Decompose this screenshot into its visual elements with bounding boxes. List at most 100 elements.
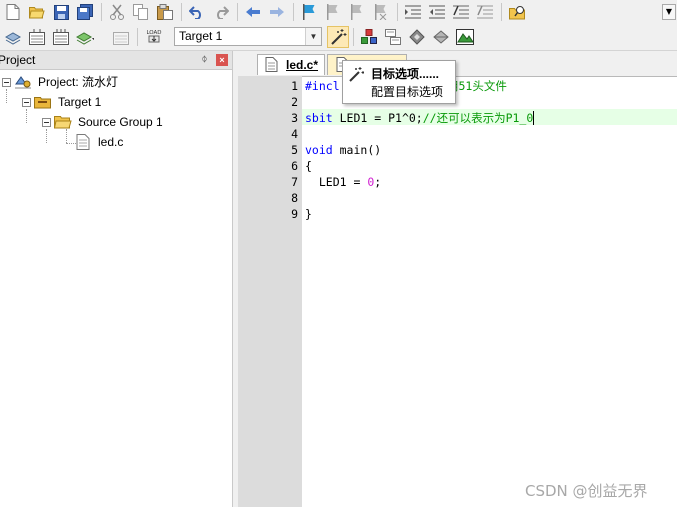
chevron-down-icon[interactable]: ▼ <box>305 28 321 45</box>
unindent-icon[interactable] <box>428 3 446 21</box>
indent-icon[interactable] <box>404 3 422 21</box>
magic-wand-icon <box>348 66 365 85</box>
redo-icon[interactable] <box>212 3 230 21</box>
bookmark-clear-icon[interactable] <box>372 3 390 21</box>
manage-components-icon[interactable] <box>360 28 378 46</box>
code-text: main() <box>332 143 382 157</box>
tab-led-c-label: led.c* <box>286 58 319 72</box>
tree-connector <box>46 129 47 143</box>
toolbar-separator <box>501 3 502 21</box>
code-line-3[interactable]: sbit LED1 = P1^0;//还可以表示为P1_0 <box>305 110 535 126</box>
editor-tab-bar: led.c* reg51.h <box>238 51 677 77</box>
line-number: 5 <box>291 143 298 157</box>
project-panel-title: Project <box>0 53 36 67</box>
tree-collapse-toggle[interactable] <box>42 118 51 127</box>
tab-led-c[interactable]: led.c* <box>257 54 325 75</box>
tree-connector <box>26 109 27 123</box>
toolbar-separator <box>353 28 354 46</box>
save-all-icon[interactable] <box>76 3 94 21</box>
code-text: LED1 = P1^0; <box>332 111 423 125</box>
tree-collapse-toggle[interactable] <box>22 98 31 107</box>
close-icon[interactable]: × <box>216 54 228 66</box>
toolbar-separator <box>237 3 238 21</box>
code-keyword: void <box>305 143 333 157</box>
toolbar-separator <box>181 3 182 21</box>
project-panel-header: Project ᛰ × <box>0 51 232 70</box>
popup-title[interactable]: 目标选项...... <box>371 65 439 82</box>
toolbar-separator <box>137 28 138 46</box>
popup-description: 配置目标选项 <box>371 85 444 99</box>
standard-toolbar: ▼ <box>0 0 677 25</box>
pack-installer-icon[interactable] <box>432 28 450 46</box>
pin-icon[interactable]: ᛰ <box>199 54 210 65</box>
build-icon[interactable] <box>28 28 46 46</box>
bookmark-prev-icon[interactable] <box>324 3 342 21</box>
code-line-9[interactable]: } <box>305 206 312 222</box>
folder-open-icon <box>53 114 72 130</box>
toolbar-separator <box>293 3 294 21</box>
tree-connector <box>66 129 67 143</box>
line-number: 6 <box>291 159 298 173</box>
select-packs-icon[interactable] <box>408 28 426 46</box>
undo-icon[interactable] <box>188 3 206 21</box>
c-file-icon <box>76 134 90 150</box>
bookmark-next-icon[interactable] <box>348 3 366 21</box>
stop-build-icon[interactable] <box>112 28 130 46</box>
paste-icon[interactable] <box>156 3 174 21</box>
line-number: 3 <box>291 111 298 125</box>
code-text: LED1 = <box>305 175 368 189</box>
text-cursor <box>533 111 535 125</box>
code-line-7[interactable]: LED1 = 0; <box>305 174 381 190</box>
code-comment: //还可以表示为P1_0 <box>422 111 534 125</box>
line-number: 8 <box>291 191 298 205</box>
code-text: ; <box>374 175 382 189</box>
load-label: LOAD <box>146 30 161 36</box>
project-panel: Project ᛰ × Project: 流水灯 Target 1 Source… <box>0 51 233 507</box>
tree-collapse-toggle[interactable] <box>2 78 11 87</box>
translate-icon[interactable] <box>4 28 22 46</box>
open-folder-icon[interactable] <box>28 3 46 21</box>
bookmark-icon[interactable] <box>300 3 318 21</box>
toolbar-overflow-chevron-icon[interactable]: ▼ <box>662 4 676 20</box>
code-line-6[interactable]: { <box>305 158 312 174</box>
tree-item-file-label: led.c <box>98 135 124 149</box>
line-number: 7 <box>291 175 298 189</box>
rebuild-icon[interactable] <box>52 28 70 46</box>
target-select-value: Target 1 <box>179 29 223 43</box>
download-load-icon[interactable]: LOAD <box>144 27 164 47</box>
nav-forward-icon[interactable] <box>268 3 286 21</box>
comment-icon[interactable] <box>452 3 470 21</box>
target-folder-icon <box>34 94 52 110</box>
line-number: 9 <box>291 207 298 221</box>
toolbar-separator <box>397 3 398 21</box>
line-number-gutter: 1 2 3 4 5 6 7 8 9 <box>238 76 302 507</box>
options-for-target-popup: 目标选项...... 配置目标选项 <box>342 60 456 104</box>
tree-item-target-label: Target 1 <box>58 95 102 109</box>
nav-back-icon[interactable] <box>244 3 262 21</box>
toolbar-separator <box>101 3 102 21</box>
copy-icon[interactable] <box>132 3 150 21</box>
tree-connector <box>6 89 7 103</box>
tree-item-source-group-label: Source Group 1 <box>78 115 163 129</box>
file-extensions-icon[interactable] <box>384 28 402 46</box>
cut-icon[interactable] <box>108 3 126 21</box>
new-file-icon[interactable] <box>4 3 22 21</box>
code-directive: #incl <box>305 79 340 93</box>
watermark-text: CSDN @创益无界 <box>525 482 648 500</box>
editor-area: led.c* reg51.h 1 2 3 4 5 6 7 8 9 #incl //… <box>238 51 677 507</box>
project-icon <box>14 74 32 90</box>
find-in-files-icon[interactable] <box>508 3 526 21</box>
uncomment-icon[interactable] <box>476 3 494 21</box>
save-icon[interactable] <box>52 3 70 21</box>
target-select[interactable]: Target 1 ▼ <box>174 27 322 46</box>
options-for-target-wand-icon[interactable] <box>327 26 349 48</box>
c-file-icon <box>265 57 278 78</box>
software-packs-icon[interactable] <box>456 28 474 46</box>
batch-build-icon[interactable] <box>76 28 94 46</box>
tree-item-project-label: Project: 流水灯 <box>38 75 119 89</box>
build-toolbar: LOAD Target 1 ▼ <box>0 24 677 51</box>
code-keyword: sbit <box>305 111 333 125</box>
line-number: 1 <box>291 79 298 93</box>
tree-connector <box>66 143 76 144</box>
code-line-5[interactable]: void main() <box>305 142 381 158</box>
